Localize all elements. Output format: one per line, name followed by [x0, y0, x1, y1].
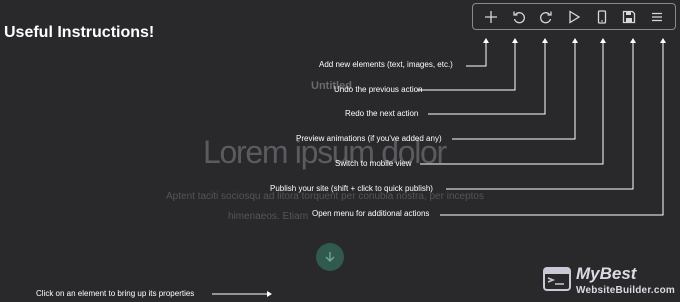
instruction-connector-lines [212, 38, 666, 297]
instruction-undo: Undo the previous action [334, 85, 423, 94]
instruction-click-element: Click on an element to bring up its prop… [36, 289, 195, 298]
instruction-mobile: Switch to mobile view [335, 159, 412, 168]
logo-text-domain: WebsiteBuilder.com [576, 285, 675, 296]
logo-text-mybest: MyBest [576, 264, 637, 283]
browser-window-icon [543, 267, 571, 291]
instruction-publish: Publish your site (shift + click to quic… [270, 184, 433, 193]
instruction-menu: Open menu for additional actions [312, 209, 430, 218]
watermark-logo: MyBest WebsiteBuilder.com [539, 263, 677, 299]
instruction-redo: Redo the next action [345, 109, 419, 118]
instruction-add: Add new elements (text, images, etc.) [319, 60, 453, 69]
instruction-preview: Preview animations (if you've added any) [296, 134, 442, 143]
